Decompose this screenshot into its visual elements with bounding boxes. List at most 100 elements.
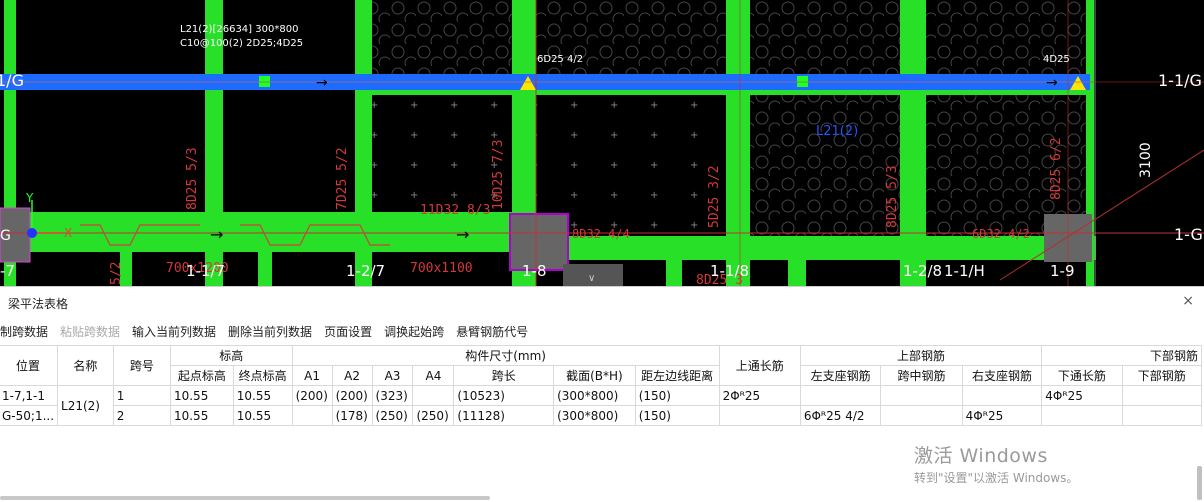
size-700x1100: 700x1100 [410, 261, 473, 276]
cell-position[interactable]: 1-7,1-1 [0, 385, 59, 406]
axis-label-1-1-7: 1-1/7 [186, 262, 225, 280]
cell-top-through[interactable] [718, 405, 801, 426]
toolbar-input-column[interactable]: 输入当前列数据 [132, 323, 216, 340]
cell-a4[interactable] [412, 385, 455, 406]
header-span-len: 跨长 [453, 365, 555, 386]
cell-offset[interactable]: (150) [634, 385, 720, 406]
rebar-10d25: 10D25 7/3 [491, 140, 506, 210]
axis-label-1-1g: 1-1/G [1158, 71, 1202, 90]
header-elevation: 标高 [169, 345, 293, 366]
cell-section[interactable]: (300*800) [553, 405, 636, 426]
cell-left-support[interactable] [799, 385, 882, 406]
arrow-icon: → [210, 225, 223, 244]
cell-elev-start[interactable]: 10.55 [169, 405, 234, 426]
axis-label-1-9: 1-9 [1050, 262, 1075, 280]
cell-right-support[interactable] [961, 385, 1043, 406]
header-a4: A4 [412, 365, 455, 386]
axis-label-1-2-7: 1-2/7 [346, 262, 385, 280]
arrow-icon: → [316, 75, 328, 91]
toolbar-delete-column[interactable]: 删除当前列数据 [228, 323, 312, 340]
ucs-x-label: X [64, 226, 72, 240]
grip-point-2[interactable] [797, 76, 808, 87]
slab-hatch-3 [750, 0, 900, 240]
cell-elev-end[interactable]: 10.55 [232, 385, 293, 406]
cell-span-len[interactable]: (11128) [453, 405, 555, 426]
header-top-rebar: 上部钢筋 [799, 345, 1043, 366]
cell-mid-span[interactable] [880, 385, 963, 406]
table-row: G-50;1... 2 10.55 10.55 (178) (250) (250… [0, 405, 1203, 426]
cell-bottom-through[interactable]: 4Φᴿ25 [1041, 385, 1123, 406]
horizontal-scrollbar[interactable] [0, 496, 490, 500]
toolbar-copy-span[interactable]: 制跨数据 [0, 323, 48, 340]
axis-label-7: -7 [0, 262, 15, 280]
axis-label-1-g: 1-G [1174, 225, 1203, 244]
toolbar-page-setup[interactable]: 页面设置 [324, 323, 372, 340]
cad-drawing-canvas[interactable]: + [0, 0, 1204, 286]
panel-title: 梁平法表格 [8, 297, 69, 311]
cell-elev-start[interactable]: 10.55 [169, 385, 234, 406]
cell-a3[interactable]: (250) [371, 405, 414, 426]
rebar-label-6d25: 6D25 4/2 [537, 54, 583, 65]
header-a3: A3 [371, 365, 414, 386]
cell-bottom-through[interactable] [1041, 405, 1123, 426]
cell-a4[interactable]: (250) [412, 405, 455, 426]
header-member-size: 构件尺寸(mm) [291, 345, 720, 366]
slab-hatch-1 [372, 0, 512, 75]
rebar-8d25-2: 8D25 5/3 [885, 165, 900, 228]
beam-v-10 [666, 260, 682, 286]
beam-label-1: L21(2)[26634] 300*800 [180, 24, 298, 35]
cell-top-through[interactable]: 2Φᴿ25 [718, 385, 801, 406]
axis-label-1-1-h: 1-1/H [944, 262, 985, 280]
dimension-3100: 3100 [1138, 142, 1154, 178]
header-bottom-rebar: 下部钢筋 [1041, 345, 1202, 366]
header-elev-start: 起点标高 [169, 365, 234, 386]
beam-v-11 [788, 260, 806, 286]
close-icon[interactable]: × [1182, 293, 1194, 309]
axis-label-1-8: 1-8 [522, 262, 547, 280]
cell-right-support[interactable]: 4Φᴿ25 [961, 405, 1043, 426]
rebar-5-2: 5/2 [109, 262, 124, 285]
header-top-through: 上通长筋 [718, 345, 801, 386]
cell-left-support[interactable]: 6Φᴿ25 4/2 [799, 405, 882, 426]
axis-label-1g-left: 1/G [0, 71, 24, 90]
cell-elev-end[interactable]: 10.55 [232, 405, 293, 426]
cell-bottom[interactable] [1121, 385, 1203, 406]
cad-svg[interactable]: + [0, 0, 1204, 286]
cell-bottom[interactable] [1121, 405, 1203, 426]
toolbar-swap-start-span[interactable]: 调换起始跨 [384, 323, 444, 340]
cell-name[interactable]: L21(2) [57, 385, 114, 426]
cell-a3[interactable]: (323) [371, 385, 414, 406]
toolbar-paste-span: 粘贴跨数据 [60, 325, 121, 339]
header-a2: A2 [331, 365, 373, 386]
ucs-y-label: Y [25, 191, 34, 205]
rebar-label-4d25: 4D25 [1043, 54, 1070, 65]
grip-point-1[interactable] [259, 76, 270, 87]
cell-offset[interactable]: (150) [634, 405, 720, 426]
cell-a1[interactable] [291, 405, 333, 426]
header-offset: 距左边线距离 [634, 365, 720, 386]
header-name: 名称 [57, 345, 114, 386]
chevron-down-icon[interactable]: ∨ [588, 273, 595, 284]
header-mid-span: 跨中钢筋 [880, 365, 963, 386]
beam-data-table: 位置 名称 跨号 标高 构件尺寸(mm) 上通长筋 上部钢筋 下部钢筋 起点标高… [0, 345, 1203, 426]
cell-a1[interactable]: (200) [291, 385, 333, 406]
cell-span[interactable]: 2 [112, 405, 171, 426]
cell-section[interactable]: (300*800) [553, 385, 636, 406]
rebar-7d25: 7D25 5/2 [335, 147, 350, 210]
ucs-origin-icon [27, 228, 37, 238]
cell-position[interactable]: G-50;1... [0, 405, 59, 426]
cell-span[interactable]: 1 [112, 385, 171, 406]
rebar-8d25-3: 8D25 6/2 [1049, 137, 1064, 200]
toolbar-cantilever-code[interactable]: 悬臂钢筋代号 [456, 323, 528, 340]
arrow-icon: → [456, 225, 469, 244]
rebar-6d32: 6D32 4/2 [972, 227, 1030, 241]
cell-a2[interactable]: (178) [331, 405, 373, 426]
header-a1: A1 [291, 365, 333, 386]
vertical-scrollbar[interactable] [1197, 466, 1202, 500]
cell-span-len[interactable]: (10523) [453, 385, 555, 406]
watermark-line-1: 激活 Windows [914, 445, 1048, 467]
cell-mid-span[interactable] [880, 405, 963, 426]
beam-table-panel: 梁平法表格 × 制跨数据 粘贴跨数据 输入当前列数据 删除当前列数据 页面设置 调换起始跨… [0, 286, 1204, 502]
table-row: 1-7,1-1 L21(2) 1 10.55 10.55 (200) (200)… [0, 385, 1203, 426]
cell-a2[interactable]: (200) [331, 385, 373, 406]
